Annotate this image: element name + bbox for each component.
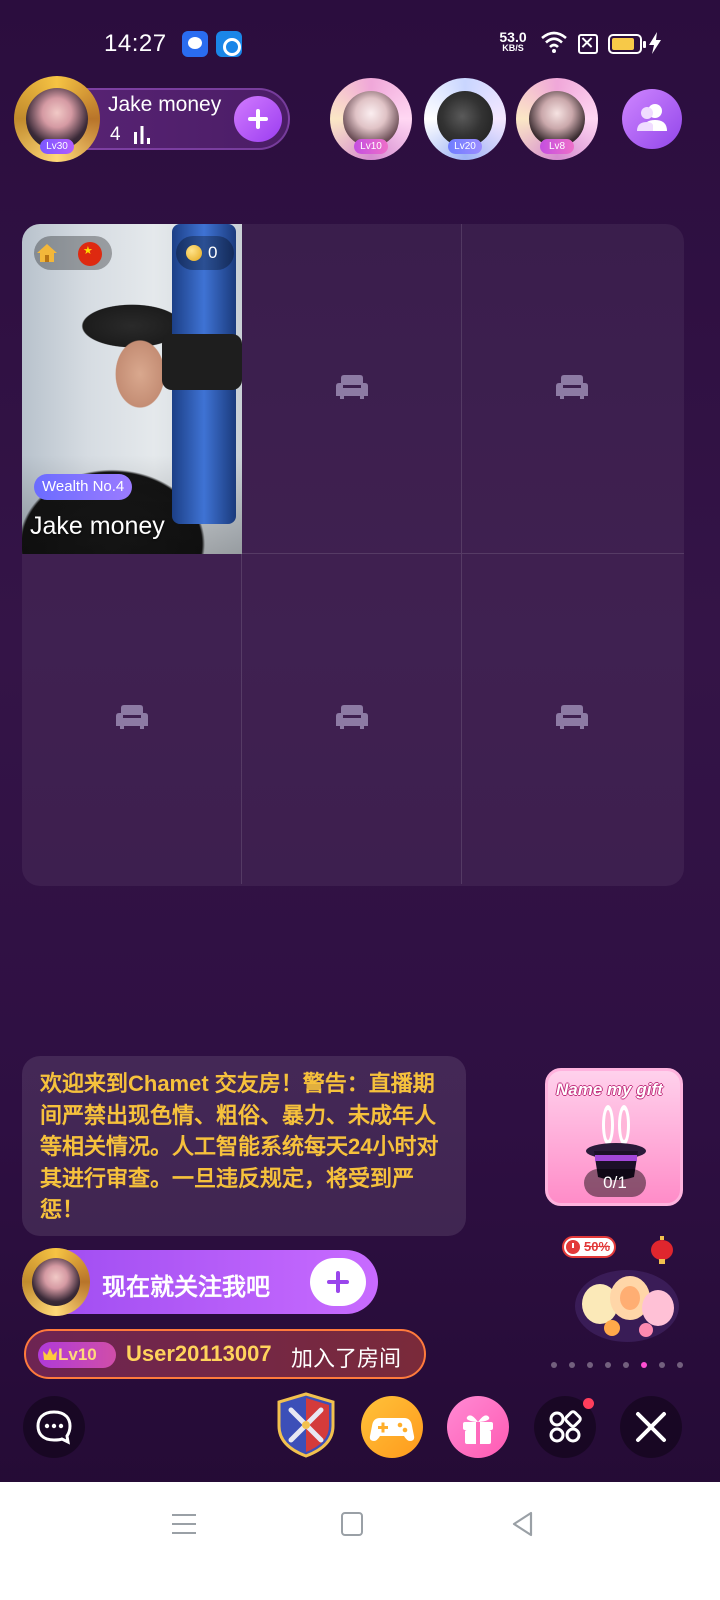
viewer-avatar-1[interactable]: Lv10	[330, 78, 412, 160]
viewer-avatar-3[interactable]: Lv8	[516, 78, 598, 160]
sofa-icon	[556, 705, 588, 729]
pager-dot	[605, 1362, 611, 1368]
network-speed-unit: KB/S	[502, 43, 524, 53]
bean-count: 0	[208, 243, 218, 262]
host-level-badge: Lv30	[40, 139, 74, 154]
follow-host-button[interactable]	[234, 96, 282, 142]
join-action-text: 加入了房间	[291, 1346, 402, 1371]
pager-dot	[551, 1362, 557, 1368]
seat-video	[22, 224, 242, 554]
clock-icon	[566, 1240, 580, 1254]
seat-user-name: Jake money	[30, 512, 165, 540]
pager-dot	[587, 1362, 593, 1368]
seat-grid: 0 Wealth No.4 Jake money	[22, 224, 684, 886]
viewer-level-badge: Lv20	[448, 139, 482, 154]
system-nav-bar	[0, 1482, 720, 1600]
gift-button[interactable]	[447, 1396, 509, 1458]
avatar-photo	[32, 1258, 80, 1306]
close-icon	[636, 1412, 666, 1442]
bean-icon	[186, 245, 202, 261]
gift-card-title: Name my gift	[556, 1080, 663, 1099]
notification-dot	[583, 1398, 594, 1409]
lanterns-icon	[575, 1270, 679, 1342]
sim-off-icon	[578, 34, 598, 54]
follow-prompt-text: 现在就关注我吧	[102, 1274, 270, 1301]
recent-apps-icon[interactable]	[172, 1513, 196, 1535]
follow-banner-avatar	[22, 1248, 90, 1316]
sofa-icon	[336, 375, 368, 399]
blue-app-icon	[216, 31, 242, 57]
flag-cn-icon	[78, 242, 102, 266]
chat-bubble-icon	[36, 1410, 72, 1445]
sofa-icon	[116, 705, 148, 729]
pager-dot	[623, 1362, 629, 1368]
online-users-button[interactable]	[622, 89, 682, 149]
pager-dot-active	[641, 1362, 647, 1368]
home-icon	[37, 244, 57, 262]
chat-button[interactable]	[23, 1396, 85, 1458]
back-icon[interactable]	[510, 1510, 534, 1538]
network-speed-value: 53.0	[499, 29, 527, 45]
charging-bolt-icon	[649, 32, 661, 54]
viewer-level-badge: Lv8	[540, 139, 574, 154]
home-nav-icon[interactable]	[341, 1512, 363, 1536]
battery-icon	[608, 34, 646, 54]
gift-box-icon	[463, 1415, 493, 1444]
network-speed: 53.0 KB/S	[494, 30, 532, 53]
host-avatar[interactable]: Lv30	[14, 76, 100, 162]
wealth-badge: Wealth No.4	[34, 474, 132, 500]
viewer-avatar-2[interactable]: Lv20	[424, 78, 506, 160]
status-time: 14:27	[104, 30, 167, 57]
close-room-button[interactable]	[620, 1396, 682, 1458]
room-announcement: 欢迎来到Chamet 交友房！警告：直播期间严禁出现色情、粗俗、暴力、未成年人等…	[22, 1056, 466, 1236]
host-name: Jake money	[108, 93, 222, 116]
announcement-text: 欢迎来到Chamet 交友房！警告：直播期间严禁出现色情、粗俗、暴力、未成年人等…	[40, 1071, 439, 1222]
crown-icon	[43, 1348, 57, 1360]
host-audience-count: 4	[110, 124, 121, 145]
phone-holder-image	[162, 334, 242, 390]
users-icon	[637, 104, 667, 131]
game-button[interactable]	[361, 1396, 423, 1458]
wifi-icon	[541, 31, 567, 53]
sofa-icon	[336, 705, 368, 729]
join-level-text: Lv10	[58, 1345, 97, 1364]
seat-occupied[interactable]: 0 Wealth No.4 Jake money	[22, 224, 242, 554]
join-level-badge: Lv10	[38, 1342, 116, 1368]
bean-count-box	[176, 236, 234, 270]
lantern-icon	[651, 1236, 673, 1264]
sofa-icon	[556, 375, 588, 399]
join-user-name[interactable]: User20113007	[126, 1341, 272, 1367]
gift-progress: 0/1	[584, 1169, 646, 1197]
bars-icon	[134, 126, 150, 144]
pager-dot	[677, 1362, 683, 1368]
viewer-level-badge: Lv10	[354, 139, 388, 154]
promo-pager	[551, 1360, 696, 1370]
baidu-app-icon	[182, 31, 208, 57]
gamepad-icon	[369, 1418, 415, 1441]
name-my-gift-card[interactable]: Name my gift 0/1	[545, 1068, 683, 1206]
follow-plus-button[interactable]	[310, 1258, 366, 1306]
pager-dot	[569, 1362, 575, 1368]
lantern-promo[interactable]: 50%	[560, 1234, 684, 1346]
pk-battle-button[interactable]	[275, 1392, 337, 1458]
pager-dot	[659, 1362, 665, 1368]
